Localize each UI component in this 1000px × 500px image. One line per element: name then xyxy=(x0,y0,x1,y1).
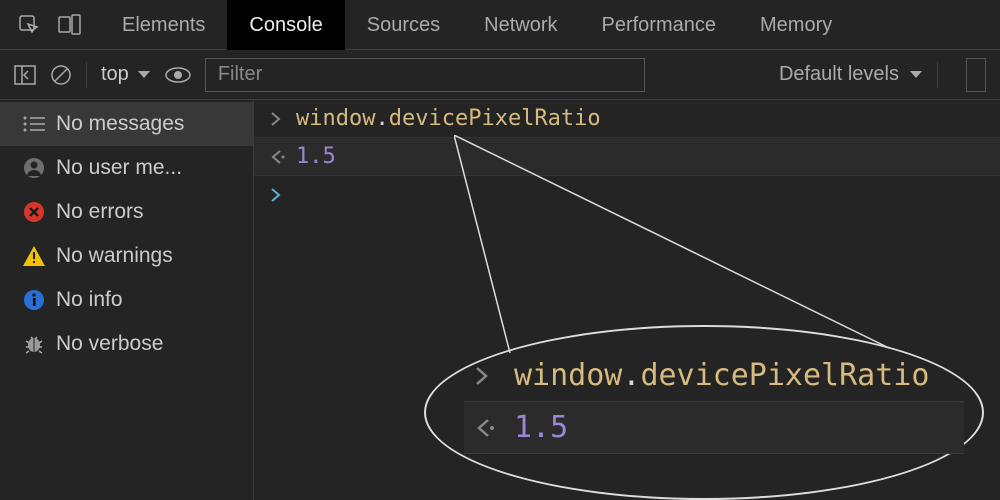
clear-console-icon[interactable] xyxy=(50,64,72,86)
zoom-expression: window.devicePixelRatio xyxy=(514,358,929,393)
zoom-callout: window.devicePixelRatio 1.5 xyxy=(464,350,964,454)
tab-sources[interactable]: Sources xyxy=(345,0,462,50)
token-object: window xyxy=(514,358,622,393)
sidebar-item-user[interactable]: No user me... xyxy=(0,146,253,190)
console-result-row: 1.5 xyxy=(254,138,1000,176)
chevron-right-icon xyxy=(474,366,514,386)
sidebar-item-errors[interactable]: No errors xyxy=(0,190,253,234)
chevron-down-icon xyxy=(137,70,151,80)
chevron-right-icon xyxy=(270,188,296,202)
tab-console[interactable]: Console xyxy=(227,0,344,50)
tab-network[interactable]: Network xyxy=(462,0,579,50)
token-dot: . xyxy=(375,106,388,131)
sidebar-item-info[interactable]: No info xyxy=(0,278,253,322)
zoom-result-row: 1.5 xyxy=(464,402,964,454)
sidebar-item-verbose[interactable]: No verbose xyxy=(0,322,253,366)
devtools-tabs: Elements Console Sources Network Perform… xyxy=(0,0,1000,50)
console-toolbar: top Default levels xyxy=(0,50,1000,100)
console-input-row[interactable]: window.devicePixelRatio xyxy=(254,100,1000,138)
info-icon xyxy=(22,288,46,312)
chevron-right-icon xyxy=(270,112,296,126)
user-icon xyxy=(22,156,46,180)
live-expression-icon[interactable] xyxy=(165,66,191,84)
tab-performance[interactable]: Performance xyxy=(580,0,739,50)
separator xyxy=(937,62,938,88)
toggle-sidebar-icon[interactable] xyxy=(14,65,36,85)
result-arrow-icon xyxy=(270,150,296,164)
token-property: devicePixelRatio xyxy=(640,358,929,393)
console-result-value: 1.5 xyxy=(296,144,336,169)
device-toggle-icon[interactable] xyxy=(58,14,82,36)
levels-label: Default levels xyxy=(779,63,899,86)
sidebar-item-label: No user me... xyxy=(56,156,182,180)
context-selector[interactable]: top xyxy=(101,63,151,86)
result-arrow-icon xyxy=(474,418,514,438)
zoom-result-value: 1.5 xyxy=(514,410,568,445)
error-icon xyxy=(22,200,46,224)
bug-icon xyxy=(22,332,46,356)
sidebar-item-warnings[interactable]: No warnings xyxy=(0,234,253,278)
warning-icon xyxy=(22,244,46,268)
inspect-icon[interactable] xyxy=(18,14,40,36)
token-dot: . xyxy=(622,358,640,393)
sidebar-item-label: No errors xyxy=(56,200,144,224)
context-label: top xyxy=(101,63,129,86)
sidebar-item-messages[interactable]: No messages xyxy=(0,102,253,146)
settings-partial-button[interactable] xyxy=(966,58,986,92)
chevron-down-icon xyxy=(909,70,923,80)
console-prompt-row[interactable] xyxy=(254,176,1000,214)
sidebar-item-label: No info xyxy=(56,288,123,312)
console-main: No messages No user me... No errors No w… xyxy=(0,100,1000,500)
log-levels-selector[interactable]: Default levels xyxy=(779,63,923,86)
console-output: window.devicePixelRatio 1.5 xyxy=(254,100,1000,500)
sidebar-item-label: No messages xyxy=(56,112,184,136)
separator xyxy=(86,62,87,88)
filter-input[interactable] xyxy=(205,58,645,92)
tab-elements[interactable]: Elements xyxy=(100,0,227,50)
list-icon xyxy=(22,112,46,136)
sidebar-item-label: No verbose xyxy=(56,332,163,356)
console-sidebar: No messages No user me... No errors No w… xyxy=(0,100,254,500)
console-expression: window.devicePixelRatio xyxy=(296,106,601,131)
sidebar-item-label: No warnings xyxy=(56,244,173,268)
token-property: devicePixelRatio xyxy=(389,106,601,131)
zoom-input-row: window.devicePixelRatio xyxy=(464,350,964,402)
tab-memory[interactable]: Memory xyxy=(738,0,854,50)
token-object: window xyxy=(296,106,375,131)
